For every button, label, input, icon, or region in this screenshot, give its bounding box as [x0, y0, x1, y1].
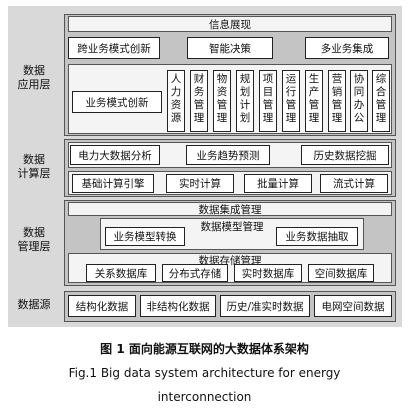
history-realtime-data: 历史/准实时数据	[220, 295, 310, 317]
vertical-box-project: 项目管理	[259, 70, 277, 132]
layer-label-management: 数据 管理层	[17, 226, 51, 253]
vertical-box-planning: 规划计划	[236, 70, 254, 132]
relational-database: 关系数据库	[86, 264, 156, 282]
info-display-label: 信息展现	[209, 19, 251, 31]
basic-compute-engine: 基础计算引擎	[72, 174, 154, 193]
spatial-database: 空间数据库	[308, 264, 374, 282]
realtime-compute: 实时计算	[166, 174, 234, 193]
vertical-box-hr: 人力资源	[167, 70, 185, 132]
vertical-box-office: 协同办公	[350, 70, 368, 132]
vertical-box-general: 综合管理	[372, 70, 390, 132]
vertical-box-marketing: 营销管理	[328, 70, 346, 132]
caption-en-line1: Fig.1 Big data system architecture for e…	[68, 366, 341, 380]
distributed-storage: 分布式存储	[162, 264, 228, 282]
business-trend-forecast: 业务趋势预测	[186, 145, 270, 165]
realtime-database: 实时数据库	[234, 264, 302, 282]
caption-cn: 图 1 面向能源互联网的大数据体系架构	[100, 342, 309, 356]
batch-compute: 批量计算	[244, 174, 312, 193]
grid-spatial-data: 电网空间数据	[314, 295, 392, 317]
unstructured-data: 非结构化数据	[140, 295, 216, 317]
vertical-box-finance: 财务管理	[190, 70, 208, 132]
layer-label-source: 数据源	[17, 298, 51, 311]
business-data-extract: 业务数据抽取	[276, 227, 358, 246]
vertical-box-production: 生产管理	[305, 70, 323, 132]
vertical-box-materials: 物资管理	[213, 70, 231, 132]
stream-compute: 流式计算	[320, 174, 388, 193]
vertical-box-operation: 运行管理	[282, 70, 300, 132]
structured-data: 结构化数据	[68, 295, 136, 317]
cross-business-innovation: 跨业务模式创新	[68, 37, 160, 59]
business-model-convert: 业务模型转换	[105, 227, 185, 246]
business-model-innovation: 业务模式创新	[72, 91, 162, 113]
intelligent-decision: 智能决策	[187, 37, 273, 59]
history-data-mining: 历史数据挖掘	[301, 145, 389, 165]
caption-en-line2: interconnection	[157, 390, 252, 404]
layer-label-application: 数据 应用层	[17, 64, 51, 91]
multi-business-integration: 多业务集成	[305, 37, 389, 59]
data-integration-label: 数据集成管理	[198, 204, 262, 216]
power-bigdata-analysis: 电力大数据分析	[70, 145, 160, 165]
layer-label-computing: 数据 计算层	[17, 153, 51, 180]
